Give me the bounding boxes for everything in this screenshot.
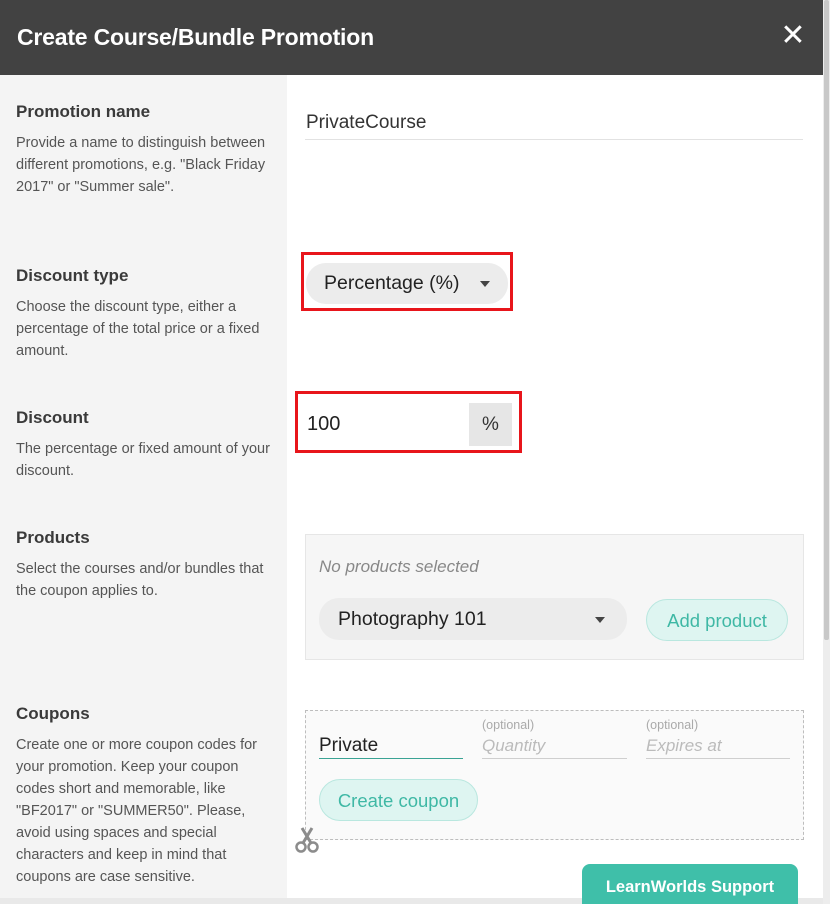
promotion-name-title: Promotion name [16, 102, 151, 121]
percent-addon: % [469, 403, 512, 446]
discount-type-select[interactable]: Percentage (%) [306, 263, 508, 304]
expires-at-input[interactable]: Expires at [646, 736, 722, 756]
discount-description: The percentage or fixed amount of your d… [16, 441, 270, 479]
scissors-icon [294, 826, 320, 854]
close-icon[interactable]: ✕ [779, 21, 807, 51]
promotion-name-description: Provide a name to distinguish between di… [16, 135, 266, 195]
coupons-description: Create one or more coupon codes for your… [16, 737, 257, 885]
expires-underline [646, 758, 790, 759]
scrollbar-thumb[interactable] [824, 0, 829, 640]
no-products-text: No products selected [319, 557, 479, 576]
dialog-header: Create Course/Bundle Promotion ✕ [0, 0, 823, 75]
create-coupon-button[interactable]: Create coupon [319, 779, 478, 821]
products-title: Products [16, 528, 90, 547]
discount-type-description: Choose the discount type, either a perce… [16, 299, 260, 359]
discount-input[interactable] [306, 403, 469, 446]
chevron-down-icon [480, 281, 490, 287]
add-product-button[interactable]: Add product [646, 599, 788, 641]
expires-optional-label: (optional) [646, 718, 699, 732]
quantity-input[interactable]: Quantity [482, 736, 545, 756]
dialog-title: Create Course/Bundle Promotion [17, 24, 374, 50]
discount-type-title: Discount type [16, 266, 129, 285]
products-description: Select the courses and/or bundles that t… [16, 561, 264, 599]
coupons-title: Coupons [16, 704, 90, 723]
product-select[interactable]: Photography 101 [319, 598, 627, 640]
coupon-code-underline [319, 758, 463, 759]
scrollbar[interactable] [823, 0, 830, 904]
promotion-name-input[interactable] [305, 100, 803, 140]
product-selected: Photography 101 [338, 608, 487, 630]
quantity-optional-label: (optional) [482, 718, 535, 732]
chevron-down-icon [595, 617, 605, 623]
quantity-underline [482, 758, 627, 759]
discount-title: Discount [16, 408, 89, 427]
coupon-code-input[interactable]: Private [319, 735, 378, 757]
discount-type-selected: Percentage (%) [324, 272, 460, 294]
support-button[interactable]: LearnWorlds Support [582, 864, 798, 904]
